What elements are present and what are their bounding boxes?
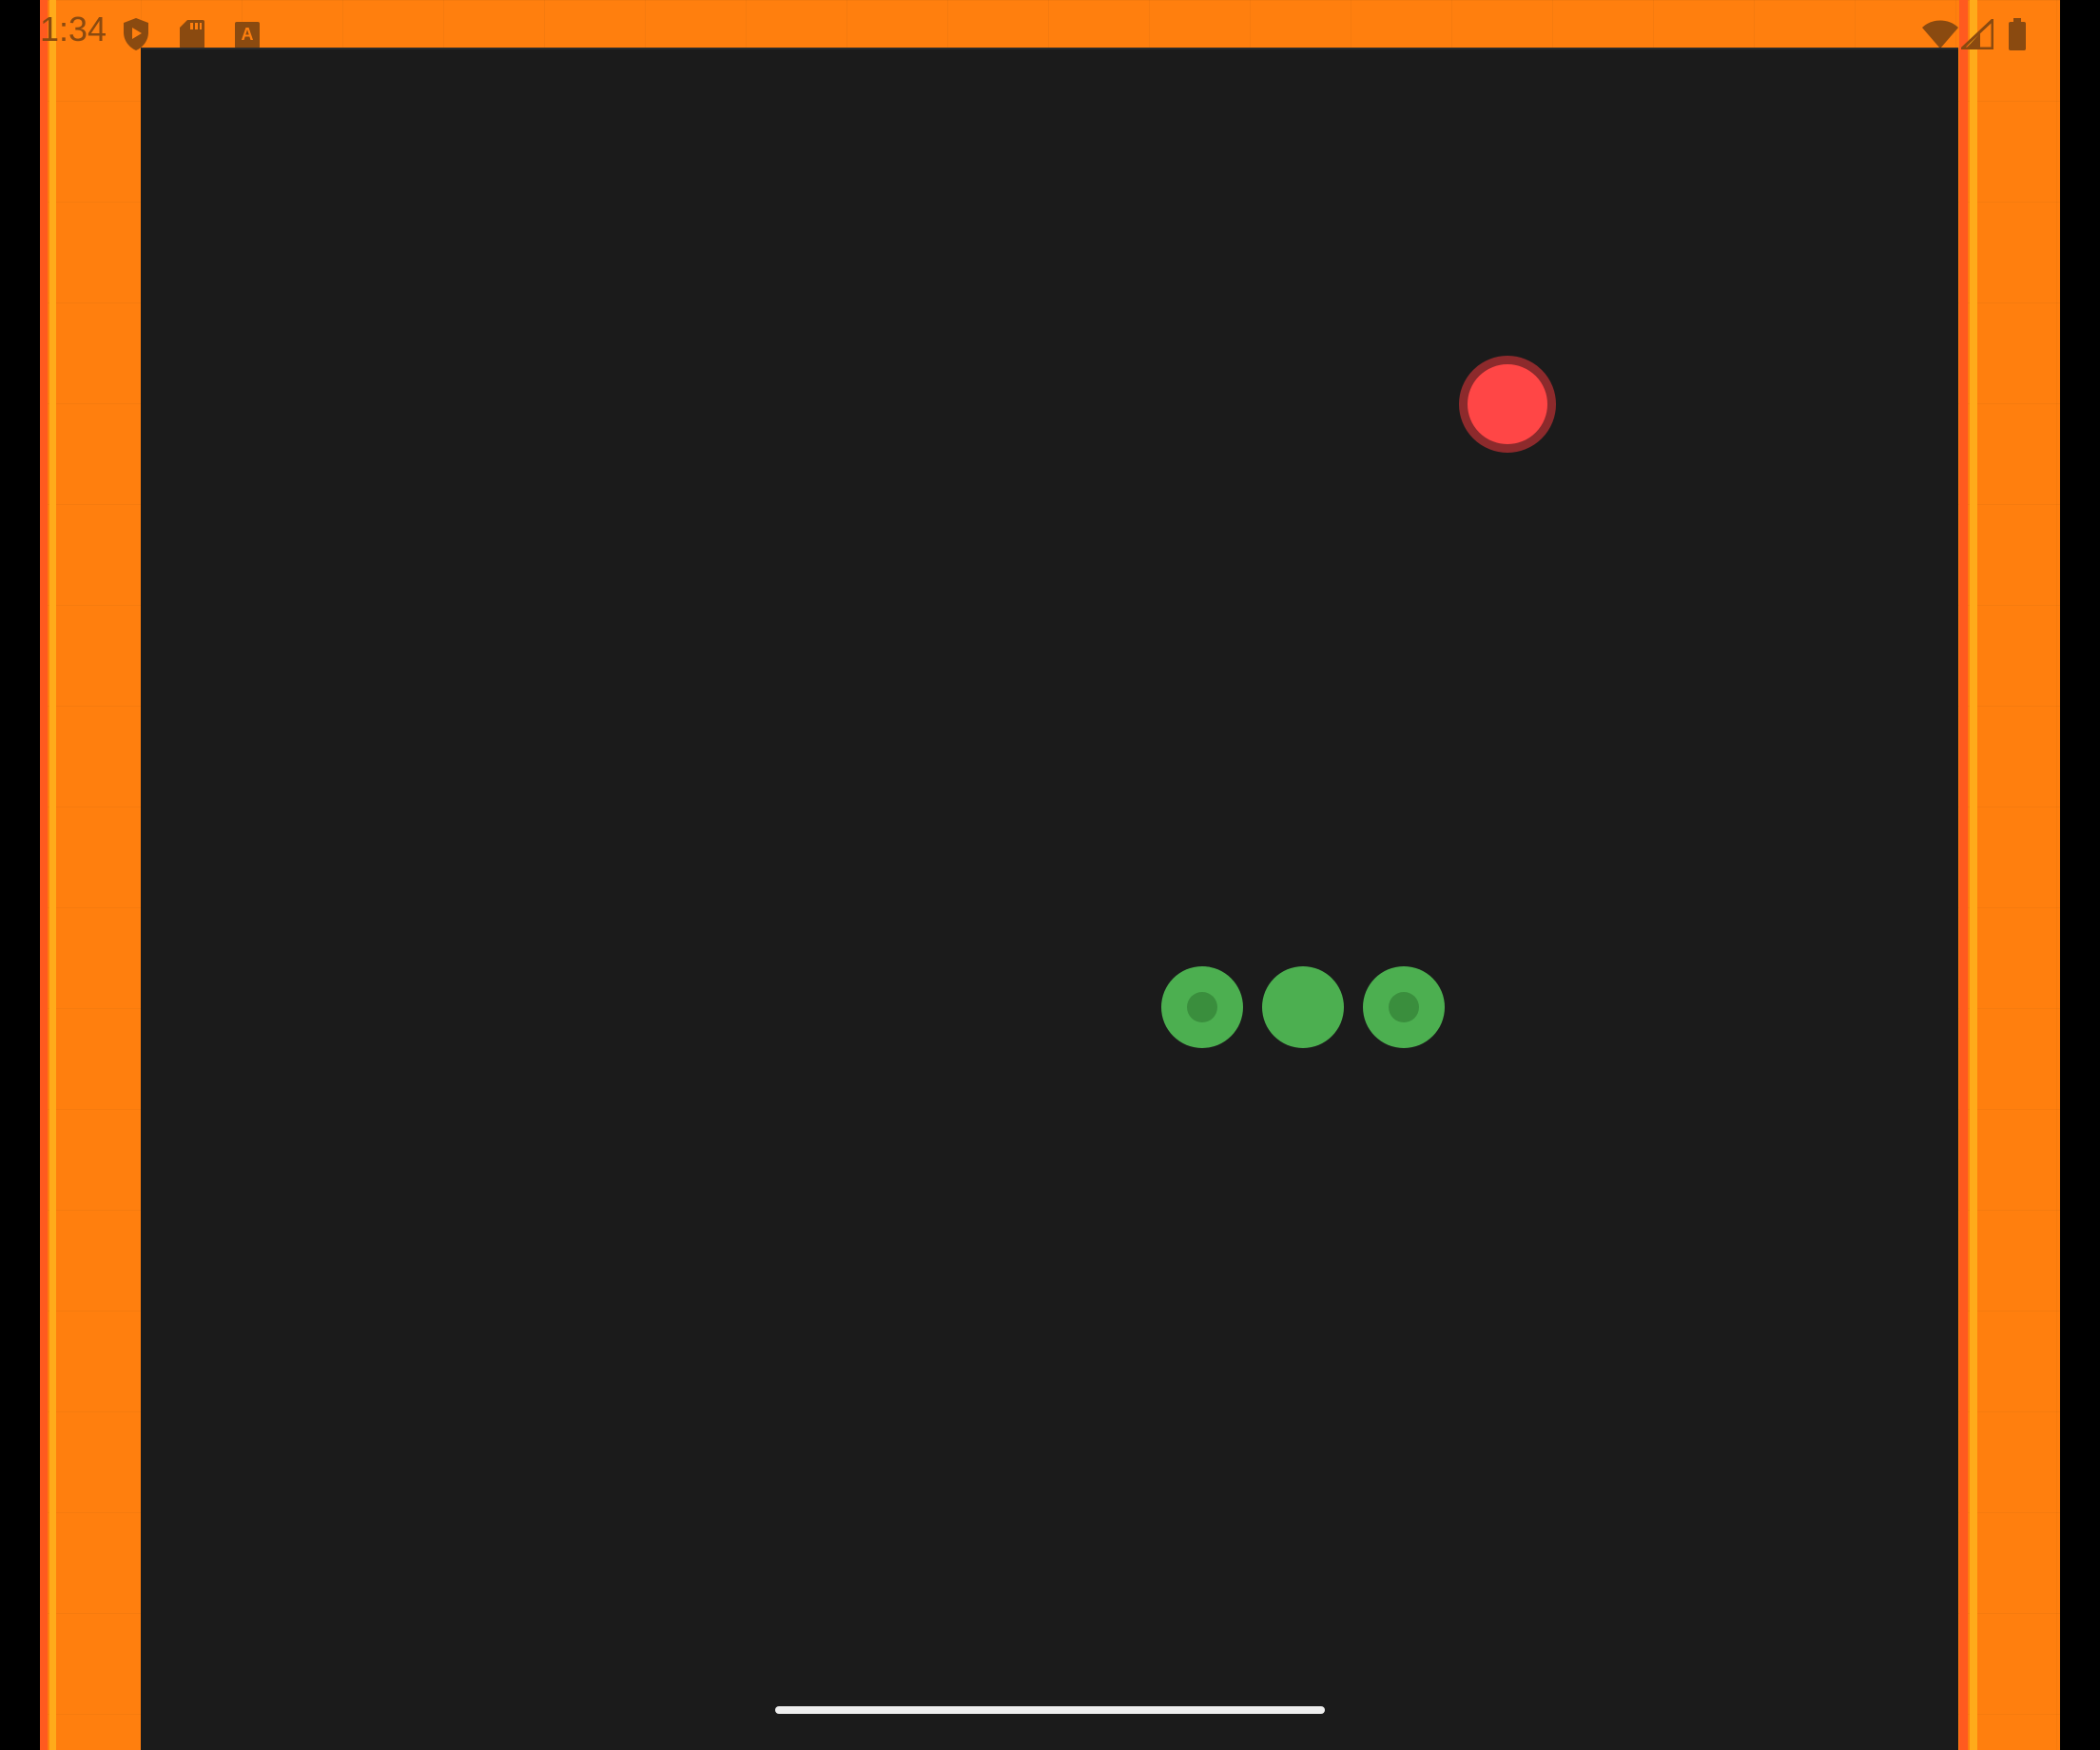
cell-signal-icon — [1958, 16, 1994, 54]
left-edge-stripe-red — [40, 0, 48, 1750]
device-frame: 1:34 A — [0, 0, 2100, 1750]
home-gesture-bar[interactable] — [775, 1706, 1325, 1714]
status-bar: 1:34 A — [40, 0, 2060, 50]
snake-segment-right — [1363, 966, 1445, 1048]
snake-segment-left — [1161, 966, 1243, 1048]
snake-segment-middle — [1262, 966, 1344, 1048]
food-target-dot — [1459, 356, 1556, 453]
snake-segment-eye — [1187, 992, 1217, 1022]
battery-icon — [2007, 17, 2028, 56]
svg-text:A: A — [242, 25, 254, 44]
left-edge-stripe-yellow — [49, 0, 56, 1750]
right-edge-stripe-yellow — [1970, 0, 1977, 1750]
right-edge-stripe-red — [1959, 0, 1968, 1750]
status-clock: 1:34 — [40, 10, 107, 49]
snake-segment-eye — [1389, 992, 1419, 1022]
game-board[interactable] — [141, 48, 1958, 1750]
